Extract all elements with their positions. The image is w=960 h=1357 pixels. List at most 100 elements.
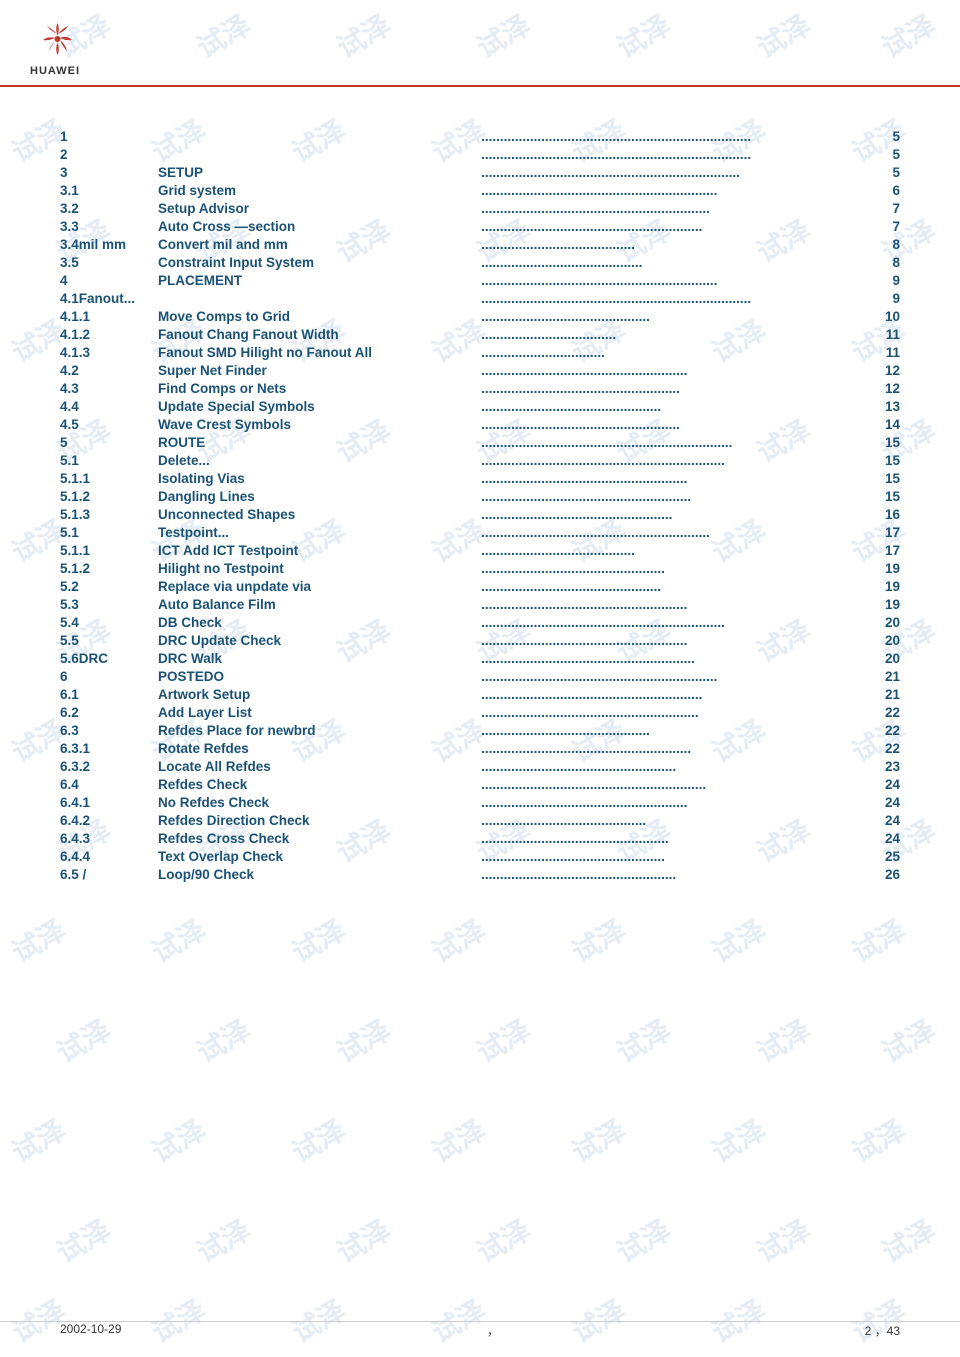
toc-num: 4: [60, 271, 150, 289]
toc-dots: ........................................…: [481, 145, 870, 163]
watermark-67: 试泽: [424, 909, 493, 972]
toc-page: 9: [870, 289, 900, 307]
toc-page: 5: [870, 145, 900, 163]
watermark-96: 试泽: [564, 1289, 633, 1352]
toc-dots: ........................................…: [481, 775, 870, 793]
toc-dots: ........................................…: [481, 739, 870, 757]
toc-title: Refdes Cross Check: [150, 829, 481, 847]
toc-dots: ........................................…: [481, 613, 870, 631]
toc-num: 6.4.1: [60, 793, 150, 811]
watermark-79: 试泽: [144, 1109, 213, 1172]
toc-page: 17: [870, 523, 900, 541]
toc-title: Add Layer List: [150, 703, 481, 721]
toc-title: Fanout SMD Hilight no Fanout All: [150, 343, 481, 361]
toc-title: Find Comps or Nets: [150, 379, 481, 397]
toc-title: DRC Walk: [150, 649, 481, 667]
toc-page: 21: [870, 685, 900, 703]
watermark-94: 试泽: [284, 1289, 353, 1352]
main-content: 1.......................................…: [0, 87, 960, 913]
footer-page-suffix: 43: [887, 1324, 900, 1338]
toc-dots: ........................................…: [481, 631, 870, 649]
toc-page: 12: [870, 361, 900, 379]
watermark-77: 试泽: [874, 1009, 943, 1072]
toc-num: 6.2: [60, 703, 150, 721]
watermark-75: 试泽: [609, 1009, 678, 1072]
toc-title: ICT Add ICT Testpoint: [150, 541, 481, 559]
toc-num: 6.5 /: [60, 865, 150, 883]
toc-page: 20: [870, 613, 900, 631]
watermark-97: 试泽: [704, 1289, 773, 1352]
watermark-72: 试泽: [189, 1009, 258, 1072]
toc-title: DB Check: [150, 613, 481, 631]
watermark-66: 试泽: [284, 909, 353, 972]
toc-num: 4.4: [60, 397, 150, 415]
toc-dots: ........................................…: [481, 199, 870, 217]
toc-row: 5.1Testpoint............................…: [60, 523, 900, 541]
watermark-90: 试泽: [749, 1209, 818, 1272]
watermark-83: 试泽: [704, 1109, 773, 1172]
watermark-92: 试泽: [4, 1289, 73, 1352]
toc-page: 23: [870, 757, 900, 775]
footer-page: 2 ，43: [865, 1322, 900, 1339]
toc-page: 22: [870, 721, 900, 739]
watermark-98: 试泽: [844, 1289, 913, 1352]
toc-dots: ........................................…: [481, 307, 870, 325]
toc-num: 6.4.4: [60, 847, 150, 865]
toc-dots: ........................................…: [481, 559, 870, 577]
toc-num: 5.6DRC: [60, 649, 150, 667]
toc-dots: ........................................…: [481, 271, 870, 289]
toc-dots: ........................................…: [481, 379, 870, 397]
toc-title: Hilight no Testpoint: [150, 559, 481, 577]
watermark-85: 试泽: [49, 1209, 118, 1272]
toc-num: 4.1.1: [60, 307, 150, 325]
toc-num: 5.1.2: [60, 487, 150, 505]
toc-page: 21: [870, 667, 900, 685]
toc-num: 6.4.3: [60, 829, 150, 847]
toc-num: 6.4: [60, 775, 150, 793]
toc-row: 4.4Update Special Symbols...............…: [60, 397, 900, 415]
toc-num: 5.4: [60, 613, 150, 631]
toc-dots: ........................................…: [481, 703, 870, 721]
toc-row: 3.1Grid system..........................…: [60, 181, 900, 199]
toc-title: Loop/90 Check: [150, 865, 481, 883]
logo-container: HUAWEI: [30, 18, 930, 77]
watermark-82: 试泽: [564, 1109, 633, 1172]
toc-dots: ........................................…: [481, 469, 870, 487]
toc-dots: ........................................…: [481, 577, 870, 595]
toc-row: 5.2Replace via unpdate via..............…: [60, 577, 900, 595]
toc-num: 5.1.1: [60, 469, 150, 487]
toc-row: 6.4.3Refdes Cross Check.................…: [60, 829, 900, 847]
toc-title: ROUTE: [150, 433, 481, 451]
toc-num: 1: [60, 127, 150, 145]
toc-num: 3.3: [60, 217, 150, 235]
toc-title: Constraint Input System: [150, 253, 481, 271]
toc-title: Convert mil and mm: [150, 235, 481, 253]
toc-row: 6.1Artwork Setup........................…: [60, 685, 900, 703]
toc-num: 6.1: [60, 685, 150, 703]
watermark-93: 试泽: [144, 1289, 213, 1352]
toc-num: 4.3: [60, 379, 150, 397]
toc-page: 15: [870, 451, 900, 469]
toc-num: 4.1.3: [60, 343, 150, 361]
watermark-64: 试泽: [4, 909, 73, 972]
toc-page: 16: [870, 505, 900, 523]
toc-num: 5: [60, 433, 150, 451]
toc-dots: ........................................…: [481, 595, 870, 613]
toc-dots: ........................................…: [481, 649, 870, 667]
toc-dots: ........................................…: [481, 757, 870, 775]
toc-page: 11: [870, 325, 900, 343]
toc-title: Isolating Vias: [150, 469, 481, 487]
toc-title: PLACEMENT: [150, 271, 481, 289]
logo-text: HUAWEI: [30, 65, 80, 77]
toc-dots: ........................................…: [481, 667, 870, 685]
toc-row: 5.5DRC Update Check.....................…: [60, 631, 900, 649]
toc-row: 4.1.1Move Comps to Grid.................…: [60, 307, 900, 325]
watermark-69: 试泽: [704, 909, 773, 972]
toc-page: 13: [870, 397, 900, 415]
footer-date: 2002-10-29: [60, 1322, 121, 1339]
toc-page: 7: [870, 217, 900, 235]
toc-dots: ........................................…: [481, 181, 870, 199]
toc-row: 6.4.4Text Overlap Check.................…: [60, 847, 900, 865]
toc-num: 3.1: [60, 181, 150, 199]
watermark-88: 试泽: [469, 1209, 538, 1272]
